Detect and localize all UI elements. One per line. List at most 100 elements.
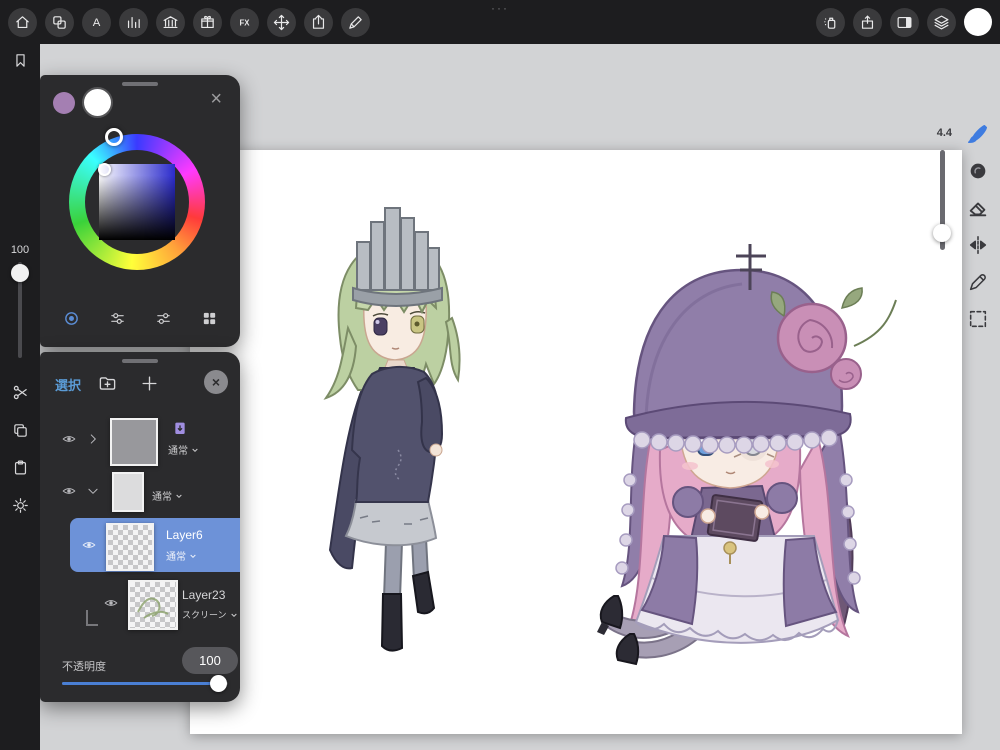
eye-icon xyxy=(62,436,76,442)
opacity-slider-knob[interactable] xyxy=(210,675,227,692)
share-button[interactable] xyxy=(853,7,882,37)
eyedropper-tool-button[interactable] xyxy=(963,267,993,297)
layers-panel-close-button[interactable]: × xyxy=(204,370,228,394)
toolbar-right-group xyxy=(816,7,1000,37)
blend-mode-label: 通常 xyxy=(152,492,172,503)
gear-icon xyxy=(12,498,28,513)
layer-row[interactable]: 通常 xyxy=(40,470,240,518)
sv-marker[interactable] xyxy=(98,163,111,176)
layers-panel-button[interactable] xyxy=(927,7,956,37)
folder-thumbnail[interactable] xyxy=(112,472,144,512)
add-folder-button[interactable] xyxy=(98,374,117,393)
symmetry-tool-button[interactable] xyxy=(963,230,993,260)
import-button[interactable] xyxy=(304,7,333,37)
marquee-tool-button[interactable] xyxy=(963,304,993,334)
blend-mode-select[interactable]: 通常 xyxy=(168,442,199,457)
share-icon xyxy=(861,15,874,29)
hue-marker[interactable] xyxy=(105,128,123,146)
character-green-crowned xyxy=(323,207,461,652)
blend-mode-select[interactable]: スクリーン xyxy=(182,608,238,621)
layers-icon xyxy=(934,15,949,29)
transform-button[interactable] xyxy=(267,7,296,37)
layer-thumbnail[interactable] xyxy=(110,418,158,466)
bookmark-button[interactable] xyxy=(0,52,40,69)
chevron-down-icon xyxy=(230,613,237,617)
text-tool-button[interactable]: A xyxy=(82,7,111,37)
panel-toggle-button[interactable] xyxy=(890,7,919,37)
expand-chevron[interactable] xyxy=(86,432,100,446)
paint-tools-button[interactable] xyxy=(816,7,845,37)
drawing-canvas[interactable] xyxy=(190,150,962,734)
layer-row[interactable]: 通常 xyxy=(40,414,240,468)
top-toolbar: A FX ··· xyxy=(0,0,1000,44)
character-pink-witch xyxy=(597,244,897,666)
sliders-icon xyxy=(110,312,124,324)
symmetry-icon xyxy=(969,235,987,255)
layers-panel-drag-handle[interactable] xyxy=(122,359,158,363)
shapes-button[interactable] xyxy=(45,7,74,37)
color-panel-drag-handle[interactable] xyxy=(122,82,158,86)
layer-row[interactable]: Layer23 スクリーン xyxy=(40,576,240,634)
tone-mode-button[interactable] xyxy=(150,305,176,331)
visibility-toggle[interactable] xyxy=(80,538,98,552)
brush-size-value: 4.4 xyxy=(936,127,952,139)
layer-thumbnail[interactable] xyxy=(106,523,154,571)
blend-mode-label: スクリーン xyxy=(182,610,227,620)
primary-color-swatch[interactable] xyxy=(84,89,111,116)
smudge-icon xyxy=(970,163,986,179)
folder-plus-icon xyxy=(99,377,116,390)
select-mode-label[interactable]: 選択 xyxy=(55,375,81,394)
columns-button[interactable] xyxy=(119,7,148,37)
brush-tool-button[interactable] xyxy=(963,119,993,149)
home-icon xyxy=(16,15,29,28)
opacity-slider-fill xyxy=(62,682,218,685)
rail-opacity-value: 100 xyxy=(10,244,30,256)
brush-size-slider-knob[interactable] xyxy=(933,224,951,242)
blend-mode-select[interactable]: 通常 xyxy=(166,548,197,563)
add-layer-button[interactable] xyxy=(140,374,159,393)
visibility-toggle[interactable] xyxy=(60,432,78,446)
brush-icon xyxy=(968,124,988,144)
decoration-button[interactable] xyxy=(193,7,222,37)
current-color-swatch[interactable] xyxy=(964,8,992,36)
sketch-preview xyxy=(137,597,169,619)
paste-button[interactable] xyxy=(0,459,40,476)
toolbar-left-group: A FX xyxy=(0,7,370,37)
fx-button[interactable]: FX xyxy=(230,7,259,37)
panel-toggle-icon xyxy=(897,16,912,28)
multitask-dots: ··· xyxy=(491,1,509,15)
saturation-value-square[interactable] xyxy=(99,164,175,240)
eraser-tool-button[interactable] xyxy=(963,193,993,223)
visibility-toggle[interactable] xyxy=(102,596,120,610)
copy-button[interactable] xyxy=(0,422,40,439)
home-button[interactable] xyxy=(8,7,37,37)
layers-panel: 選択 × 通常 通常 Layer6 通常 Layer23 スクリーン 不透明度 … xyxy=(40,352,240,702)
rail-opacity-slider-knob[interactable] xyxy=(11,264,29,282)
layer-row-selected[interactable]: Layer6 通常 xyxy=(40,518,240,572)
smudge-tool-button[interactable] xyxy=(963,156,993,186)
settings-button[interactable] xyxy=(0,497,40,514)
export-icon xyxy=(312,14,325,29)
material-button[interactable] xyxy=(156,7,185,37)
shapes-icon xyxy=(53,15,66,29)
eraser-icon xyxy=(969,202,987,217)
sliders-mode-button[interactable] xyxy=(104,305,130,331)
pen-settings-button[interactable] xyxy=(341,7,370,37)
visibility-toggle[interactable] xyxy=(60,484,78,498)
secondary-color-swatch[interactable] xyxy=(53,92,75,114)
cut-button[interactable] xyxy=(0,384,40,401)
clipboard-icon xyxy=(14,460,26,475)
blend-mode-label: 通常 xyxy=(168,446,188,457)
left-rail: 100 xyxy=(0,44,40,750)
chevron-down-icon xyxy=(192,448,198,452)
collapse-chevron[interactable] xyxy=(86,484,100,498)
eye-icon xyxy=(82,542,96,548)
blend-mode-select[interactable]: 通常 xyxy=(152,488,183,503)
svg-text:FX: FX xyxy=(240,18,251,27)
palette-grid-button[interactable] xyxy=(196,305,222,331)
chevron-right-icon xyxy=(90,434,96,444)
wheel-mode-button[interactable] xyxy=(58,305,84,331)
layer-thumbnail[interactable] xyxy=(128,580,178,630)
color-panel-close-button[interactable]: × xyxy=(210,89,222,109)
plus-icon xyxy=(142,376,157,391)
